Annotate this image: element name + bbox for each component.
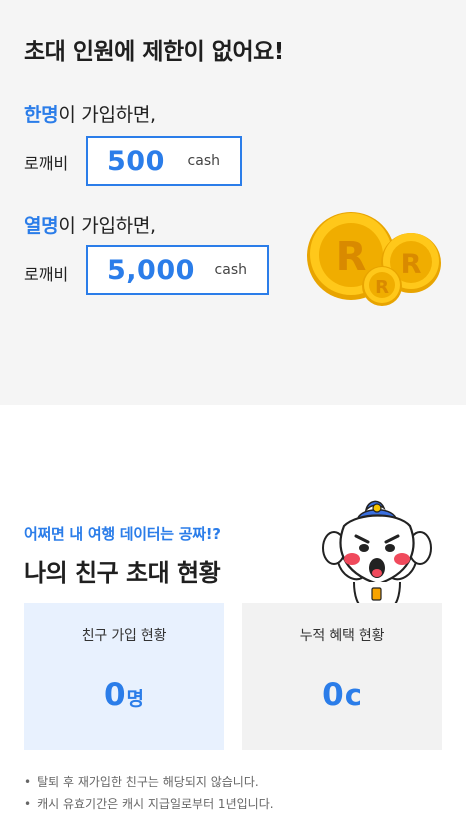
accumulated-benefit-amount: 0 [322, 677, 344, 713]
friends-joined-count: 0 [103, 677, 126, 713]
accumulated-benefit-value: 0 c [322, 677, 362, 713]
friends-joined-unit: 명 [126, 688, 145, 710]
status-title: 나의 친구 초대 현황 [24, 559, 221, 587]
invite-headline: 초대 인원에 제한이 없어요! [24, 39, 284, 65]
tier1-reward-label: 로깨비 [24, 154, 69, 173]
teaser-text: 어쩌면 내 여행 데이터는 공짜!? [24, 525, 221, 543]
notice-item: • 탈퇴 후 재가입한 친구는 해당되지 않습니다. [24, 771, 274, 793]
tier1-condition-text: 이 가입하면, [58, 104, 156, 126]
tier2-reward-label: 로깨비 [24, 265, 69, 284]
coin-letter: R [375, 277, 389, 298]
notice-text: 탈퇴 후 재가입한 친구는 해당되지 않습니다. [37, 775, 259, 789]
friends-joined-card: 친구 가입 현황 0 명 [24, 603, 224, 750]
tier2-highlight: 열명 [24, 215, 59, 237]
tier1-highlight: 한명 [24, 104, 59, 126]
tier1-condition: 한명이 가입하면, [24, 100, 156, 127]
goblin-mascot-icon [322, 500, 432, 606]
friends-joined-value: 0 명 [104, 677, 144, 713]
tier1-reward-amount: 500 [107, 145, 165, 177]
tier2-reward-amount: 5,000 [107, 254, 195, 286]
accumulated-benefit-title: 누적 혜택 현황 [299, 628, 385, 644]
tier2-reward-box: 5,000 cash [86, 245, 269, 295]
notice-list: • 탈퇴 후 재가입한 친구는 해당되지 않습니다. • 캐시 유효기간은 캐시 지… [24, 771, 274, 815]
notice-item: • 캐시 유효기간은 캐시 지급일로부터 1년입니다. [24, 793, 274, 815]
gold-coins-icon: R R R [307, 212, 441, 306]
tier2-condition-text: 이 가입하면, [58, 215, 156, 237]
coin-letter: R [401, 249, 422, 280]
coin-small: R [362, 266, 402, 306]
accumulated-benefit-unit: c [344, 678, 362, 712]
tier2-reward-unit: cash [214, 262, 247, 278]
tier2-condition: 열명이 가입하면, [24, 211, 156, 238]
accumulated-benefit-card: 누적 혜택 현황 0 c [242, 603, 442, 750]
notice-text: 캐시 유효기간은 캐시 지급일로부터 1년입니다. [37, 797, 274, 811]
coin-letter: R [336, 234, 367, 280]
friends-joined-title: 친구 가입 현황 [81, 628, 167, 644]
tier1-reward-unit: cash [187, 153, 220, 169]
tier1-reward-box: 500 cash [86, 136, 242, 186]
